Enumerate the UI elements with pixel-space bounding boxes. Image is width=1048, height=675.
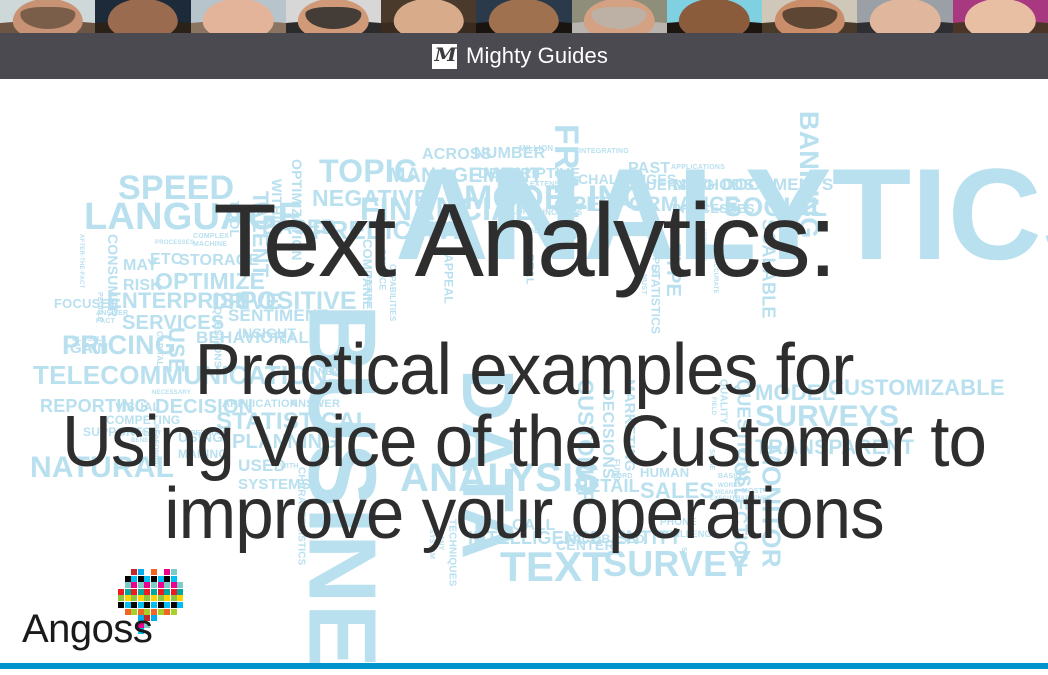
mosaic-tile [131,582,138,589]
mosaic-tile [164,569,171,575]
contributor-photo [952,0,1048,33]
mosaic-tile [177,602,184,608]
sponsor-name: Angoss [22,607,153,651]
mosaic-tile [144,582,151,589]
mosaic-tile [164,608,171,615]
mosaic-tile [137,582,144,589]
contributor-photo-strip [0,0,1048,33]
contributor-photo [762,0,858,33]
mosaic-tile [157,582,164,589]
contributor-photo [0,0,96,33]
publisher-name: Mighty Guides [466,43,608,68]
cover-title: Text Analytics: [213,183,837,299]
monogram-letter: M [433,43,456,66]
mosaic-tile [170,602,177,608]
mosaic-tile [164,595,171,602]
mosaic-tile [144,595,151,602]
mosaic-tile [157,575,164,582]
sponsor-logo: Angoss [22,569,212,649]
mosaic-tile [144,588,151,595]
mosaic-tile [170,582,177,589]
contributor-photo [95,0,191,33]
mosaic-tile [170,595,177,602]
mosaic-tile [124,575,131,582]
mosaic-tile [137,588,144,595]
mosaic-tile [131,575,138,582]
mosaic-tile [170,608,177,615]
publisher-header-bar: M Mighty Guides [0,33,1048,79]
contributor-photo [285,0,382,33]
cover-subtitle-line-3: improve your operations [164,474,884,554]
mosaic-tile [170,588,177,595]
mosaic-tile [124,595,131,602]
mosaic-tile [177,582,184,589]
cover-canvas: SPEED LANGUAGE TOPIC NEGATIVE FINANCIAL MODEL… [0,79,1048,663]
mosaic-tile [157,608,164,615]
mosaic-tile [177,588,184,595]
contributor-photo [190,0,286,33]
mosaic-tile [137,595,144,602]
bottom-padding [0,669,1048,675]
mosaic-tile [170,569,177,575]
mosaic-tile [131,569,138,575]
mosaic-tile [124,588,131,595]
contributor-photo [381,0,477,33]
mosaic-tile [157,595,164,602]
contributor-photo [571,0,667,33]
mosaic-tile [151,569,157,575]
mosaic-tile [151,582,157,589]
cover-subtitle-line-2: Using Voice of the Customer to [62,402,987,482]
mosaic-tile [118,588,124,595]
mighty-guides-monogram-icon: M [432,43,458,69]
mosaic-tile [157,602,164,608]
mosaic-tile [144,575,151,582]
contributor-photo [476,0,572,33]
mosaic-tile [124,582,131,589]
mosaic-tile [164,575,171,582]
mosaic-tile [118,595,124,602]
mosaic-tile [131,595,138,602]
contributor-photo [857,0,953,33]
mosaic-tile [164,602,171,608]
mosaic-tile [164,588,171,595]
mosaic-tile [151,595,157,602]
mosaic-tile [170,575,177,582]
contributor-photo [666,0,763,33]
mighty-guides-logo: M Mighty Guides [432,43,608,69]
mosaic-tile [177,595,184,602]
mosaic-tile [151,575,157,582]
mosaic-tile [137,575,144,582]
mosaic-tile [151,588,157,595]
mosaic-tile [164,582,171,589]
mosaic-tile [157,588,164,595]
mosaic-tile [131,588,138,595]
mosaic-tile [137,569,144,575]
cover-subtitle-line-1: Practical examples for [194,330,855,410]
